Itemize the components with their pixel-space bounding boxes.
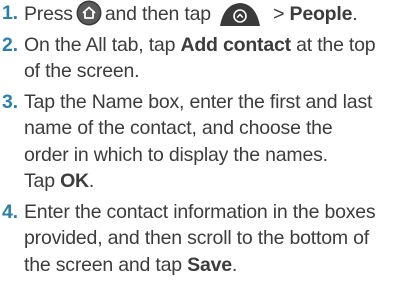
step-text: name of the contact, and choose the	[24, 117, 333, 139]
step-text: Press	[24, 3, 73, 25]
instruction-steps: 1. Press and then tap > People. 2. On th…	[0, 0, 416, 278]
step-text: of the screen.	[24, 60, 140, 82]
ok-label: OK	[60, 170, 89, 192]
step-text: >	[267, 3, 290, 25]
step-1: 1. Press and then tap > People.	[0, 0, 416, 28]
step-number: 1.	[2, 2, 18, 24]
step-text: Tap	[24, 170, 61, 192]
step-text: the screen and tap	[24, 253, 188, 276]
step-number: 2.	[2, 33, 18, 56]
step-text: On the All tab, tap	[24, 33, 181, 56]
all-apps-tab-icon	[219, 3, 260, 26]
step-text: Enter the contact information in the box…	[24, 200, 376, 223]
step-number: 3.	[2, 90, 18, 113]
home-icon	[76, 0, 102, 26]
step-text: order in which to display the names.	[24, 143, 328, 166]
step-text: at the top	[290, 33, 376, 56]
step-text: .	[231, 253, 238, 276]
step-2: 2. On the All tab, tap Add contact at th…	[0, 32, 416, 85]
step-number: 4.	[2, 200, 18, 223]
step-text: .	[88, 170, 95, 192]
step-text: and then tap	[104, 3, 211, 25]
step-text: .	[352, 3, 358, 25]
people-label: People	[289, 3, 353, 25]
step-3: 3. Tap the Name box, enter the first and…	[0, 89, 416, 195]
save-label: Save	[187, 253, 232, 276]
step-text: Tap the Name box, enter the first and la…	[24, 90, 373, 113]
step-4: 4. Enter the contact information in the …	[0, 199, 416, 279]
step-text: provided, and then scroll to the bottom …	[24, 227, 369, 249]
add-contact-label: Add contact	[180, 33, 291, 56]
